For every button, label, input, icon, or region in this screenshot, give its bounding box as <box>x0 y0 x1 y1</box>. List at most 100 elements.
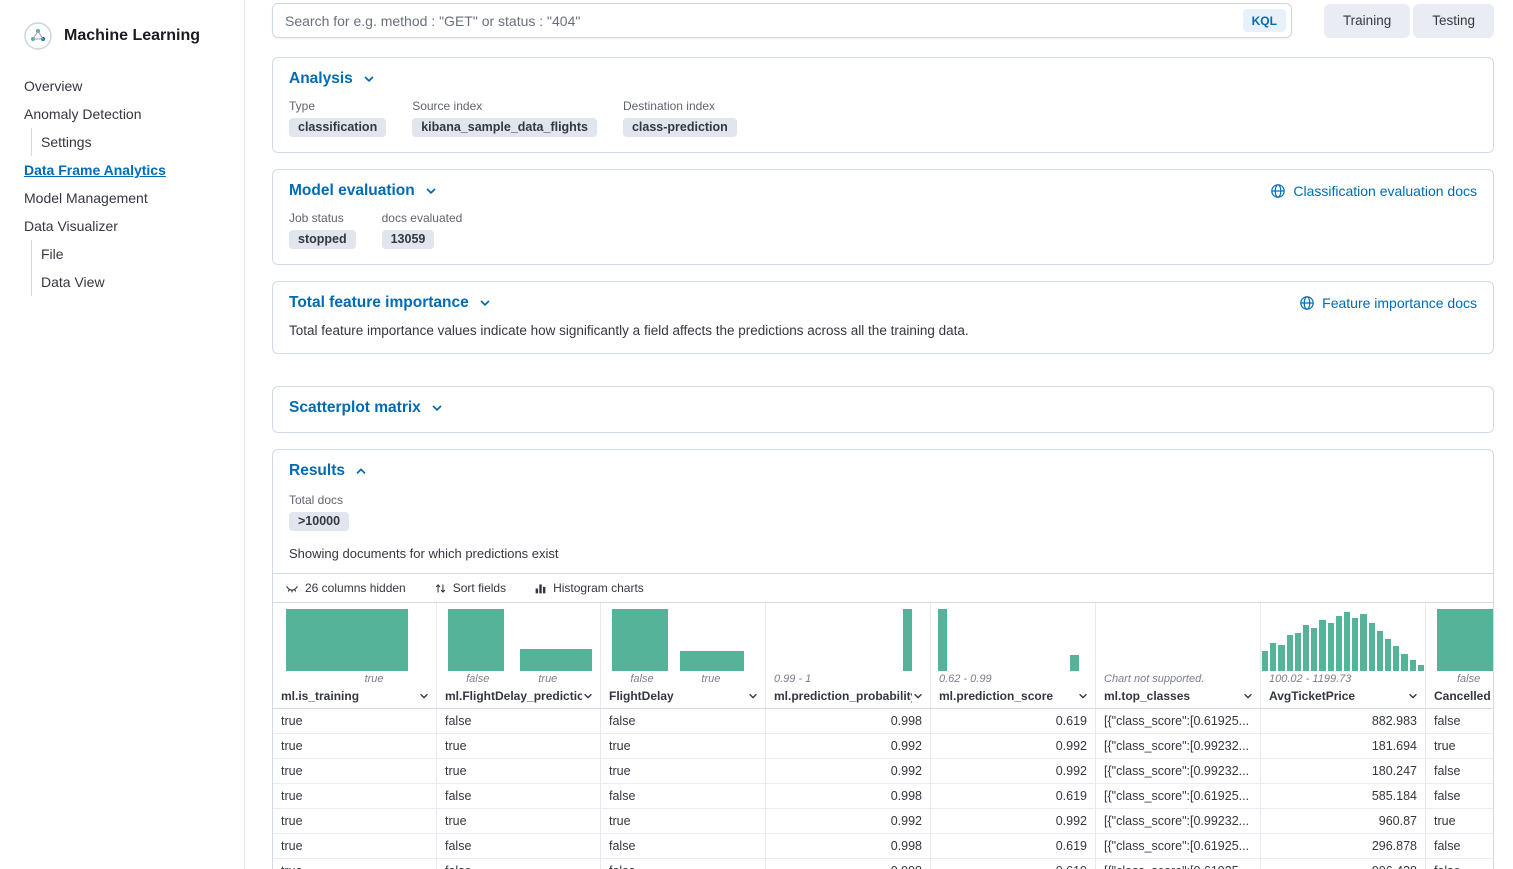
sidebar-item-data-view[interactable]: Data View <box>31 268 244 296</box>
sidebar-item-data-frame-analytics[interactable]: Data Frame Analytics <box>0 156 244 184</box>
main-content: KQL Training Testing Analysis Type class… <box>246 0 1513 869</box>
cell-avgticketprice: 296.878 <box>1261 834 1426 858</box>
sort-fields-label: Sort fields <box>453 581 506 595</box>
chevron-down-icon <box>1242 690 1254 702</box>
column-name: FlightDelay <box>609 689 747 703</box>
chevron-down-icon <box>478 296 492 310</box>
cell-ml-is-training: true <box>273 859 437 869</box>
cell-ml-flightdelay-prediction: false <box>437 709 601 733</box>
columns-hidden-button[interactable]: 26 columns hidden <box>285 581 406 595</box>
cell-ml-is-training: true <box>273 709 437 733</box>
chevron-down-icon <box>424 184 438 198</box>
cell-ml-prediction-score: 0.619 <box>931 834 1096 858</box>
results-section-toggle[interactable]: Results <box>289 462 368 480</box>
column-histogram <box>1096 609 1260 671</box>
column-histogram <box>437 609 600 671</box>
chevron-down-icon <box>1407 690 1419 702</box>
analysis-field-source-index: Source index kibana_sample_data_flights <box>412 99 597 137</box>
table-row[interactable]: truetruetrue0.9920.992[{"class_score":[0… <box>273 734 1493 759</box>
sidebar-nav: OverviewAnomaly DetectionSettingsData Fr… <box>0 72 244 296</box>
chevron-down-icon <box>747 690 759 702</box>
cell-flightdelay: true <box>601 759 766 783</box>
analysis-section-toggle[interactable]: Analysis <box>289 70 376 88</box>
cell-ml-prediction-score: 0.992 <box>931 734 1096 758</box>
table-row[interactable]: truefalsefalse0.9980.619[{"class_score":… <box>273 709 1493 734</box>
cell-ml-prediction-probability: 0.998 <box>766 859 931 869</box>
cell-ml-top-classes: [{"class_score":[0.99232... <box>1096 759 1261 783</box>
cell-cancelled: false <box>1426 709 1493 733</box>
column-header-avgticketprice[interactable]: 100.02 - 1199.73AvgTicketPrice <box>1261 603 1426 708</box>
feature-importance-section-toggle[interactable]: Total feature importance <box>289 294 492 312</box>
table-row[interactable]: truefalsefalse0.9980.619[{"class_score":… <box>273 834 1493 859</box>
training-button[interactable]: Training <box>1324 4 1410 38</box>
column-header-ml-prediction-score[interactable]: 0.62 - 0.99ml.prediction_score <box>931 603 1096 708</box>
search-input[interactable] <box>272 3 1292 38</box>
column-header-ml-flightdelay-prediction[interactable]: falsetrueml.FlightDelay_prediction <box>437 603 601 708</box>
cell-avgticketprice: 960.87 <box>1261 809 1426 833</box>
chevron-down-icon <box>582 690 594 702</box>
cell-ml-top-classes: [{"class_score":[0.61925... <box>1096 709 1261 733</box>
table-row[interactable]: truefalsefalse0.9980.619[{"class_score":… <box>273 859 1493 869</box>
sidebar-item-settings[interactable]: Settings <box>31 128 244 156</box>
kql-button[interactable]: KQL <box>1243 9 1286 32</box>
cell-ml-prediction-probability: 0.992 <box>766 734 931 758</box>
cell-ml-is-training: true <box>273 784 437 808</box>
sidebar-item-file[interactable]: File <box>31 240 244 268</box>
column-header-ml-prediction-probability[interactable]: 0.99 - 1ml.prediction_probability <box>766 603 931 708</box>
testing-button[interactable]: Testing <box>1413 4 1494 38</box>
histogram-charts-button[interactable]: Histogram charts <box>534 581 644 595</box>
grid-header: trueml.is_trainingfalsetrueml.FlightDela… <box>273 603 1493 709</box>
grid-toolbar: 26 columns hidden Sort fields Histogram … <box>273 573 1493 603</box>
cell-flightdelay: true <box>601 809 766 833</box>
table-row[interactable]: truetruetrue0.9920.992[{"class_score":[0… <box>273 759 1493 784</box>
cell-cancelled: true <box>1426 809 1493 833</box>
training-testing-toggle: Training Testing <box>1324 4 1494 38</box>
chevron-down-icon <box>912 690 924 702</box>
chevron-down-icon <box>362 72 376 86</box>
cell-ml-top-classes: [{"class_score":[0.61925... <box>1096 784 1261 808</box>
histogram-icon <box>534 582 547 595</box>
classification-evaluation-docs-link[interactable]: Classification evaluation docs <box>1270 183 1477 199</box>
column-header-ml-top-classes[interactable]: Chart not supported.ml.top_classes <box>1096 603 1261 708</box>
column-name: ml.top_classes <box>1104 689 1242 703</box>
column-header-cancelled[interactable]: falseCancelled <box>1426 603 1493 708</box>
column-histogram <box>273 609 436 671</box>
chevron-up-icon <box>354 464 368 478</box>
eye-closed-icon <box>285 581 299 595</box>
cell-cancelled: true <box>1426 734 1493 758</box>
table-row[interactable]: truefalsefalse0.9980.619[{"class_score":… <box>273 784 1493 809</box>
column-chart-label: true <box>273 671 436 687</box>
results-title: Results <box>289 462 345 480</box>
cell-ml-top-classes: [{"class_score":[0.61925... <box>1096 834 1261 858</box>
sidebar-item-data-visualizer[interactable]: Data Visualizer <box>0 212 244 240</box>
cell-flightdelay: false <box>601 834 766 858</box>
cell-ml-prediction-probability: 0.998 <box>766 834 931 858</box>
cell-avgticketprice: 180.247 <box>1261 759 1426 783</box>
scatterplot-section-toggle[interactable]: Scatterplot matrix <box>289 399 444 417</box>
sort-fields-button[interactable]: Sort fields <box>434 581 506 595</box>
column-header-ml-is-training[interactable]: trueml.is_training <box>273 603 437 708</box>
cell-ml-flightdelay-prediction: true <box>437 759 601 783</box>
cell-ml-is-training: true <box>273 734 437 758</box>
model-evaluation-fields: Job status stopped docs evaluated 13059 <box>289 211 1477 249</box>
cell-ml-flightdelay-prediction: true <box>437 809 601 833</box>
table-row[interactable]: truetruetrue0.9920.992[{"class_score":[0… <box>273 809 1493 834</box>
column-histogram <box>931 609 1095 671</box>
cell-ml-flightdelay-prediction: false <box>437 784 601 808</box>
sidebar-item-model-management[interactable]: Model Management <box>0 184 244 212</box>
cell-ml-prediction-score: 0.619 <box>931 859 1096 869</box>
cell-cancelled: false <box>1426 834 1493 858</box>
field-label: Type <box>289 99 386 113</box>
destination-index-badge: class-prediction <box>623 118 737 137</box>
sidebar-item-anomaly-detection[interactable]: Anomaly Detection <box>0 100 244 128</box>
model-evaluation-section-toggle[interactable]: Model evaluation <box>289 182 438 200</box>
job-status-field: Job status stopped <box>289 211 356 249</box>
column-header-flightdelay[interactable]: falsetrueFlightDelay <box>601 603 766 708</box>
cell-cancelled: false <box>1426 859 1493 869</box>
feature-importance-docs-link[interactable]: Feature importance docs <box>1299 295 1477 311</box>
field-label: Source index <box>412 99 597 113</box>
sidebar-item-overview[interactable]: Overview <box>0 72 244 100</box>
histogram-charts-label: Histogram charts <box>553 581 644 595</box>
column-chart-label: false <box>1426 671 1493 687</box>
cell-ml-prediction-score: 0.619 <box>931 709 1096 733</box>
